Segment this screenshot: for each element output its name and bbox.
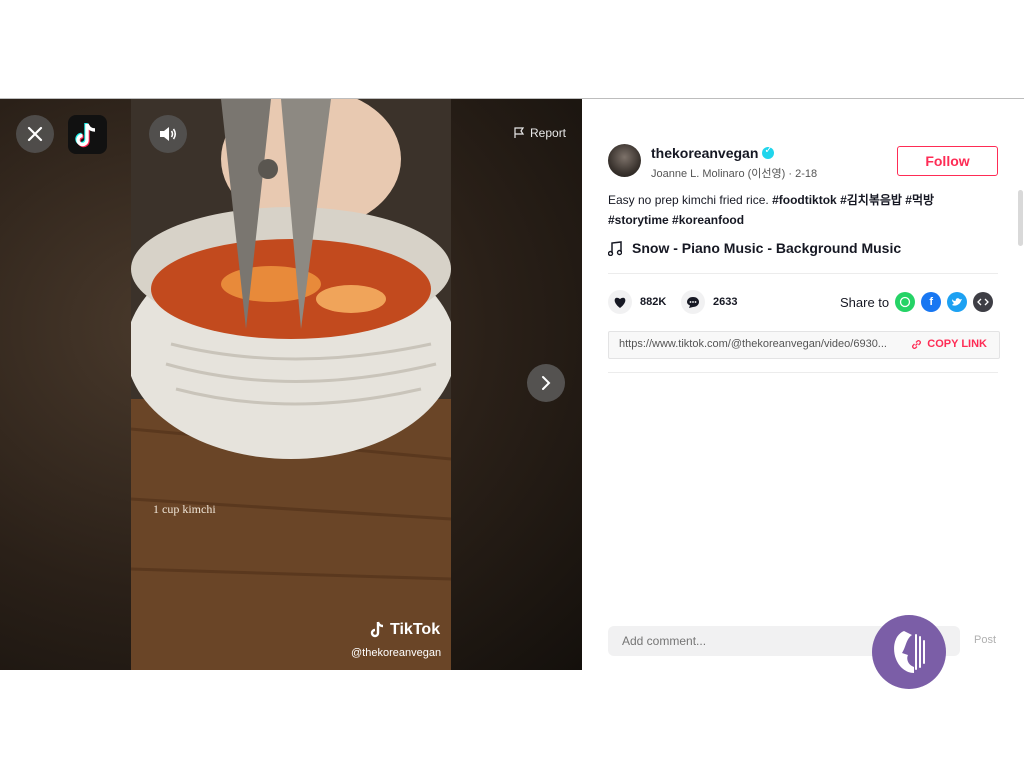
follow-button[interactable]: Follow xyxy=(897,146,998,176)
description-text: Easy no prep kimchi fried rice. xyxy=(608,193,773,207)
tiktok-logo-icon xyxy=(74,122,95,147)
watermark-brand: TikTok xyxy=(390,621,441,638)
author-username[interactable]: thekoreanvegan xyxy=(651,145,758,161)
facebook-icon[interactable]: f xyxy=(921,292,942,312)
chevron-right-icon xyxy=(542,376,551,390)
report-label: Report xyxy=(530,126,567,140)
share-link-url[interactable]: https://www.tiktok.com/@thekoreanvegan/v… xyxy=(619,338,887,350)
author-nickname-date: Joanne L. Molinaro (이선영) · 2-18 xyxy=(651,168,818,180)
whatsapp-icon[interactable] xyxy=(895,292,916,312)
close-icon xyxy=(27,126,43,142)
tiktok-watermark: TikTok xyxy=(370,621,440,639)
music-title[interactable]: Snow - Piano Music - Background Music xyxy=(632,240,901,256)
hashtag-link[interactable]: #foodtiktok xyxy=(772,193,837,207)
post-button[interactable]: Post xyxy=(974,634,996,646)
video-caption-overlay: 1 cup kimchi xyxy=(153,502,216,516)
twitter-icon[interactable] xyxy=(947,292,968,312)
link-icon xyxy=(912,339,922,349)
watermark-username: @thekoreanvegan xyxy=(351,647,442,659)
avatar[interactable] xyxy=(608,144,641,177)
video-frame[interactable] xyxy=(131,99,451,670)
author-username-row[interactable]: thekoreanvegan xyxy=(651,145,775,161)
video-description: Easy no prep kimchi fried rice. #foodtik… xyxy=(608,190,988,230)
verified-badge-icon xyxy=(762,145,775,159)
comment-count: 2633 xyxy=(713,296,738,308)
share-link-box: https://www.tiktok.com/@thekoreanvegan/v… xyxy=(608,331,1000,359)
assistant-face-icon xyxy=(894,631,925,673)
share-label: Share to xyxy=(840,294,890,310)
comment-icon xyxy=(687,296,699,308)
hashtag-link[interactable]: #storytime xyxy=(608,213,669,227)
copy-link-label: COPY LINK xyxy=(927,338,987,350)
assistant-button[interactable] xyxy=(872,615,946,689)
next-video-button[interactable] xyxy=(527,364,565,402)
like-stat: 882K xyxy=(608,290,666,314)
tiktok-video-modal: Report 1 cup kimchi TikTok @thekoreanveg… xyxy=(0,98,1024,670)
video-player[interactable]: Report 1 cup kimchi TikTok @thekoreanveg… xyxy=(0,99,582,670)
like-count: 882K xyxy=(640,296,667,308)
tiktok-logo[interactable] xyxy=(68,115,107,154)
tiktok-note-icon xyxy=(370,621,384,638)
comment-stat: 2633 xyxy=(681,290,737,314)
share-bar: Share to f xyxy=(840,292,994,312)
heart-icon xyxy=(614,297,626,308)
page-scrollbar[interactable] xyxy=(1018,190,1023,246)
report-button[interactable]: Report xyxy=(514,126,566,140)
divider xyxy=(608,273,998,274)
music-note-icon xyxy=(608,240,622,256)
like-button[interactable] xyxy=(608,290,632,314)
hashtag-link[interactable]: #먹방 xyxy=(905,193,934,207)
flag-icon xyxy=(514,127,525,138)
mute-button[interactable] xyxy=(149,115,187,153)
hashtag-link[interactable]: #koreanfood xyxy=(672,213,744,227)
video-still-kimchi-bowl xyxy=(131,99,451,670)
divider xyxy=(608,372,998,373)
volume-icon xyxy=(160,127,177,141)
comment-button[interactable] xyxy=(681,290,705,314)
video-details-panel: thekoreanvegan Joanne L. Molinaro (이선영) … xyxy=(582,99,1024,670)
embed-icon[interactable] xyxy=(973,292,994,312)
copy-link-button[interactable]: COPY LINK xyxy=(911,338,987,350)
close-button[interactable] xyxy=(16,115,54,153)
music-link[interactable]: Snow - Piano Music - Background Music xyxy=(608,240,901,256)
hashtag-link[interactable]: #김치볶음밥 xyxy=(840,193,902,207)
